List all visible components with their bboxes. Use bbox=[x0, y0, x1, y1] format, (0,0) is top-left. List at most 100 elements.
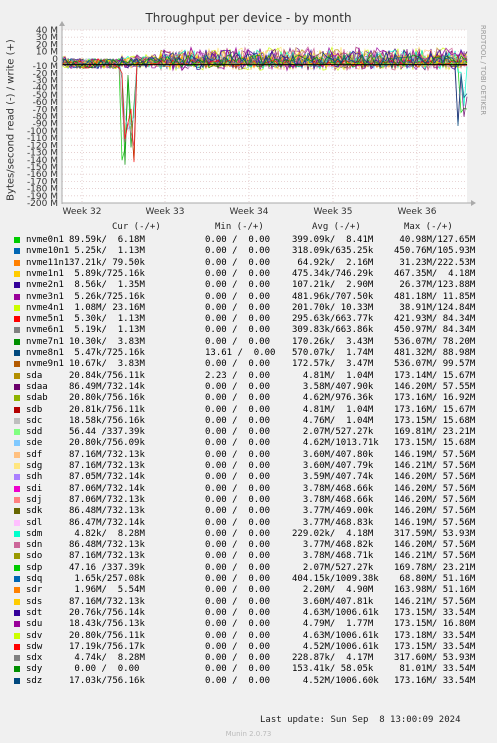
legend-max: 169.81M/ 23.21M bbox=[394, 427, 476, 438]
legend-max: 173.15M/ 16.80M bbox=[394, 619, 476, 630]
legend-avg: 3.77M/469.00k bbox=[292, 506, 374, 517]
legend-label: nvme1n1 bbox=[26, 268, 64, 279]
x-tick-label: Week 33 bbox=[146, 207, 185, 217]
legend-swatch bbox=[14, 508, 20, 515]
legend-min: 0.00 / 0.00 bbox=[205, 653, 271, 664]
legend-cur: 86.48M/732.13k bbox=[69, 540, 145, 551]
legend-avg: 309.83k/663.86k bbox=[292, 325, 374, 336]
legend-swatch bbox=[14, 542, 20, 549]
legend-swatch bbox=[14, 463, 20, 469]
legend-swatch bbox=[14, 474, 20, 481]
legend-min: 0.00 / 0.00 bbox=[205, 574, 271, 584]
legend-label: nvme2n1 bbox=[26, 280, 64, 291]
legend-cur: 20.76k/756.14k bbox=[69, 607, 145, 618]
legend-avg: 2.07M/527.27k bbox=[292, 562, 374, 573]
legend-max: 536.07M/ 99.57M bbox=[394, 359, 476, 370]
x-tick-label: Week 35 bbox=[314, 207, 353, 217]
legend-min: 0.00 / 0.00 bbox=[205, 359, 271, 370]
legend-min: 2.23 / 0.00 bbox=[205, 370, 271, 381]
legend-max: 38.91M/124.84M bbox=[394, 302, 476, 313]
legend-label: nvme9n1 bbox=[26, 359, 64, 370]
legend-max: 317.60M/ 53.93M bbox=[394, 653, 476, 664]
legend-label: nvme6n1 bbox=[26, 325, 64, 336]
legend-max: 450.97M/ 84.34M bbox=[394, 325, 476, 336]
legend-avg: 64.92k/ 2.16M bbox=[292, 257, 374, 268]
legend-avg: 228.87k/ 4.17M bbox=[292, 653, 374, 664]
legend-max: 68.80M/ 51.16M bbox=[394, 574, 476, 584]
y-axis-arrow bbox=[59, 21, 65, 26]
legend-cur: 20.80k/756.11k bbox=[69, 630, 145, 641]
legend-min: 0.00 / 0.00 bbox=[205, 325, 271, 336]
legend-cur: 89.59k/ 6.18M bbox=[69, 235, 145, 245]
legend-max: 450.76M/105.93M bbox=[394, 246, 476, 257]
legend-cur: 5.30k/ 1.13M bbox=[69, 314, 145, 325]
legend-max: 169.78M/ 23.21M bbox=[394, 562, 476, 573]
legend-cur: 87.16M/732.13k bbox=[69, 551, 145, 562]
legend-avg: 2.07M/527.27k bbox=[292, 427, 374, 438]
legend-max: 26.37M/123.88M bbox=[394, 280, 476, 291]
legend-min: 0.00 / 0.00 bbox=[205, 506, 271, 517]
legend-min: 0.00 / 0.00 bbox=[205, 607, 271, 618]
legend-label: sdr bbox=[26, 585, 43, 596]
legend-swatch bbox=[14, 338, 20, 345]
legend-min: 0.00 / 0.00 bbox=[205, 483, 271, 494]
legend-avg: 3.78M/468.71k bbox=[292, 551, 374, 562]
legend-swatch bbox=[14, 417, 20, 424]
legend-avg: 107.21k/ 2.90M bbox=[292, 280, 374, 291]
legend-max: 317.59M/ 53.93M bbox=[394, 528, 476, 539]
legend-label: sdn bbox=[26, 540, 43, 551]
legend-min: 0.00 / 0.00 bbox=[205, 528, 271, 539]
legend-avg: 4.52M/1006.60k bbox=[292, 675, 379, 686]
legend-min: 0.00 / 0.00 bbox=[205, 630, 271, 641]
legend-max: 421.93M/ 84.34M bbox=[394, 314, 476, 325]
legend-max: 173.16M/ 15.67M bbox=[394, 404, 476, 415]
legend-min: 0.00 / 0.00 bbox=[205, 664, 271, 675]
legend-cur: 1.65k/257.08k bbox=[69, 574, 145, 584]
legend-avg: 4.62M/1013.71k bbox=[292, 438, 379, 449]
legend-min: 0.00 / 0.00 bbox=[205, 540, 271, 551]
legend-avg: 4.62M/976.36k bbox=[292, 393, 374, 404]
legend-swatch bbox=[14, 598, 20, 605]
legend-max: 81.01M/ 33.54M bbox=[394, 664, 476, 675]
legend-min: 0.00 / 0.00 bbox=[205, 438, 271, 449]
legend-avg: 318.09k/635.25k bbox=[292, 246, 374, 257]
legend-swatch bbox=[14, 621, 20, 628]
legend-cur: 86.47M/732.14k bbox=[69, 517, 145, 528]
legend-label: nvme11n1 bbox=[26, 257, 70, 268]
legend-cur: 8.56k/ 1.35M bbox=[69, 280, 145, 291]
legend-label: sdq bbox=[26, 574, 43, 584]
x-axis-arrow bbox=[471, 200, 476, 206]
legend-label: sdc bbox=[26, 415, 43, 426]
legend-cur: 87.06M/732.13k bbox=[69, 494, 145, 505]
legend-min: 0.00 / 0.00 bbox=[205, 314, 271, 325]
legend-swatch bbox=[14, 350, 20, 356]
legend-label: sdy bbox=[26, 664, 43, 675]
legend-avg: 3.77M/468.83k bbox=[292, 517, 374, 528]
legend-avg: 4.52M/1006.61k bbox=[292, 641, 379, 652]
legend-min: 0.00 / 0.00 bbox=[205, 641, 271, 652]
legend-label: nvme7n1 bbox=[26, 336, 64, 347]
legend-swatch bbox=[14, 316, 20, 323]
legend-label: sde bbox=[26, 438, 43, 449]
legend-min: 0.00 / 0.00 bbox=[205, 404, 271, 415]
legend-cur: 10.67k/ 3.83M bbox=[69, 359, 145, 370]
y-tick-label: -200 M bbox=[27, 199, 58, 209]
legend-label: nvme8n1 bbox=[26, 348, 64, 358]
legend-label: sdl bbox=[26, 517, 43, 528]
legend-swatch bbox=[14, 553, 20, 560]
legend-swatch bbox=[14, 519, 20, 526]
legend-cur: 1.08M/ 23.16M bbox=[69, 302, 145, 313]
legend-min: 0.00 / 0.00 bbox=[205, 381, 271, 392]
legend-avg: 201.70k/ 10.33M bbox=[292, 302, 374, 313]
legend-max: 536.07M/ 78.20M bbox=[394, 336, 476, 347]
legend-max: 173.15M/ 15.68M bbox=[394, 438, 476, 449]
legend-cur: 86.49M/732.14k bbox=[69, 381, 145, 392]
legend-cur: 5.26k/725.16k bbox=[69, 291, 145, 302]
col-header-cur: Cur (-/+) bbox=[112, 222, 161, 232]
legend-avg: 3.59M/407.74k bbox=[292, 472, 374, 483]
legend-swatch bbox=[14, 609, 20, 616]
legend-swatch bbox=[14, 327, 20, 334]
legend-label: nvme0n1 bbox=[26, 235, 64, 245]
legend-swatch bbox=[14, 496, 20, 503]
legend-cur: 5.89k/725.16k bbox=[69, 268, 145, 279]
